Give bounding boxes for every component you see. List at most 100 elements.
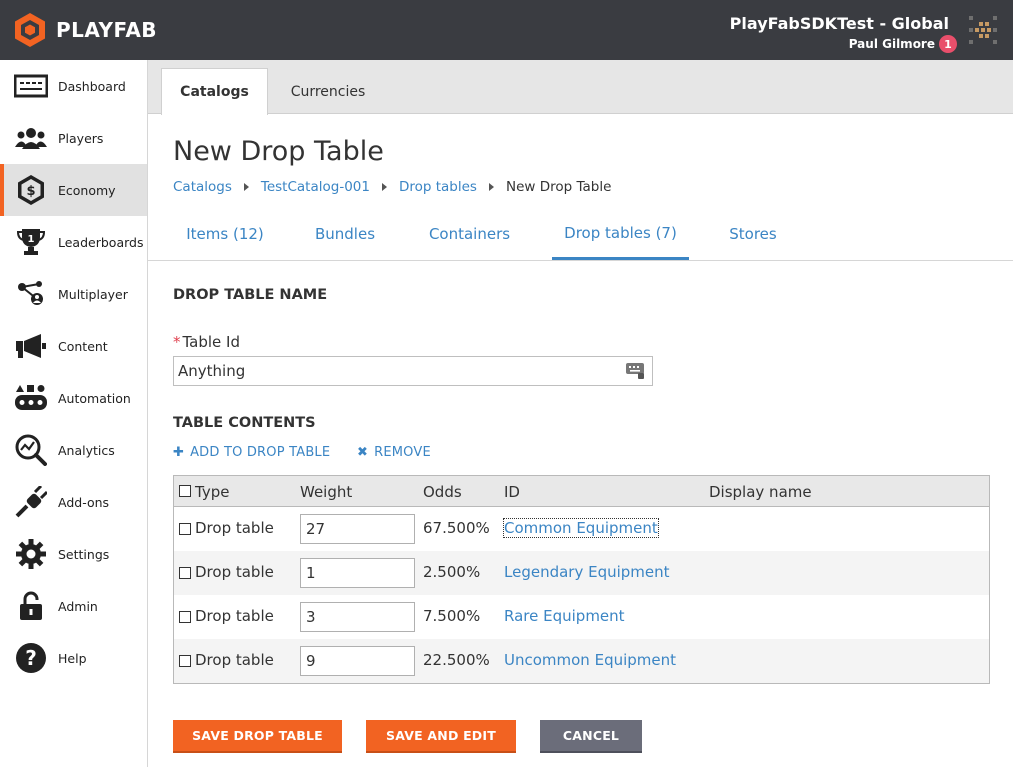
megaphone-icon xyxy=(14,329,48,363)
table-id-field-container xyxy=(173,356,653,386)
save-and-edit-button[interactable]: SAVE AND EDIT xyxy=(366,720,516,753)
row-type: Drop table xyxy=(195,563,274,581)
sidebar-item-multiplayer[interactable]: Multiplayer xyxy=(0,268,147,320)
playfab-logo[interactable]: PLAYFAB xyxy=(12,12,157,48)
row-id-link[interactable]: Legendary Equipment xyxy=(504,563,670,581)
drop-table-contents: Type Weight Odds ID Display name Drop ta… xyxy=(173,475,990,684)
remove-button[interactable]: ✖ REMOVE xyxy=(357,445,431,460)
table-row: Drop table 67.500% Common Equipment xyxy=(174,507,989,551)
row-checkbox[interactable] xyxy=(179,567,191,579)
sidebar-item-add-ons[interactable]: Add-ons xyxy=(0,476,147,528)
sidebar-item-economy[interactable]: $ Economy xyxy=(0,164,147,216)
column-header-display-name[interactable]: Display name xyxy=(709,483,812,501)
sidebar-item-help[interactable]: ? Help xyxy=(0,632,147,684)
row-odds: 67.500% xyxy=(423,519,490,537)
drop-table-name-heading: DROP TABLE NAME xyxy=(173,287,328,303)
sidebar-item-label: Leaderboards xyxy=(58,234,144,250)
tab-currencies[interactable]: Currencies xyxy=(278,68,378,115)
row-id-link[interactable]: Common Equipment xyxy=(503,518,659,538)
table-row: Drop table 22.500% Uncommon Equipment xyxy=(174,639,989,683)
analytics-icon xyxy=(14,433,48,467)
weight-input[interactable] xyxy=(300,646,415,676)
sidebar-item-settings[interactable]: Settings xyxy=(0,528,147,580)
breadcrumb-separator-icon xyxy=(381,183,387,191)
automation-icon xyxy=(14,381,48,415)
notification-badge[interactable]: 1 xyxy=(939,35,957,53)
remove-label: REMOVE xyxy=(374,445,431,460)
user-menu[interactable]: Paul Gilmore 1 xyxy=(849,35,957,53)
sidebar-item-label: Players xyxy=(58,130,104,146)
row-type: Drop table xyxy=(195,607,274,625)
sidebar-item-label: Dashboard xyxy=(58,78,126,94)
svg-text:1: 1 xyxy=(28,234,35,245)
brand-name: PLAYFAB xyxy=(56,18,158,42)
column-header-weight[interactable]: Weight xyxy=(300,483,352,501)
weight-input[interactable] xyxy=(300,602,415,632)
tab-catalogs[interactable]: Catalogs xyxy=(161,68,268,115)
tab-bundles[interactable]: Bundles xyxy=(300,208,390,260)
tab-drop-tables[interactable]: Drop tables (7) xyxy=(552,208,689,260)
economy-icon: $ xyxy=(14,173,48,207)
add-to-drop-table-label: ADD TO DROP TABLE xyxy=(190,445,331,460)
multiplayer-icon xyxy=(14,277,48,311)
user-name: Paul Gilmore xyxy=(848,37,935,51)
table-row: Drop table 7.500% Rare Equipment xyxy=(174,595,989,639)
row-odds: 7.500% xyxy=(423,607,481,625)
title-name[interactable]: PlayFabSDKTest - Global xyxy=(730,14,949,33)
weight-input[interactable] xyxy=(300,514,415,544)
sidebar-item-label: Add-ons xyxy=(58,494,110,510)
sidebar-item-players[interactable]: Players xyxy=(0,112,147,164)
sidebar-item-analytics[interactable]: Analytics xyxy=(0,424,147,476)
row-checkbox[interactable] xyxy=(179,523,191,535)
lock-icon xyxy=(14,589,48,623)
tab-items[interactable]: Items (12) xyxy=(170,208,280,260)
avatar[interactable] xyxy=(967,14,999,46)
tab-stores[interactable]: Stores xyxy=(713,208,793,260)
page-title: New Drop Table xyxy=(173,136,384,167)
playfab-logo-icon xyxy=(15,13,45,47)
sidebar-item-content[interactable]: Content xyxy=(0,320,147,372)
column-header-type[interactable]: Type xyxy=(195,483,229,501)
tab-containers[interactable]: Containers xyxy=(412,208,527,260)
select-all-checkbox[interactable] xyxy=(179,485,191,497)
weight-input[interactable] xyxy=(300,558,415,588)
row-id-link[interactable]: Rare Equipment xyxy=(504,607,625,625)
sub-tabs: Items (12) Bundles Containers Drop table… xyxy=(148,208,1013,261)
sidebar-item-label: Multiplayer xyxy=(58,286,128,302)
table-id-label: * Table Id xyxy=(173,333,240,351)
gear-icon xyxy=(14,537,48,571)
breadcrumb-drop-tables[interactable]: Drop tables xyxy=(399,179,477,195)
row-id-link[interactable]: Uncommon Equipment xyxy=(504,651,676,669)
keyboard-icon[interactable] xyxy=(626,363,644,379)
plug-icon xyxy=(14,485,48,519)
table-row: Drop table 2.500% Legendary Equipment xyxy=(174,551,989,595)
breadcrumb-catalogs[interactable]: Catalogs xyxy=(173,179,232,195)
table-id-input[interactable] xyxy=(174,357,614,385)
sidebar-item-label: Help xyxy=(58,650,87,666)
sidebar-item-label: Automation xyxy=(58,390,131,406)
add-to-drop-table-button[interactable]: ✚ ADD TO DROP TABLE xyxy=(173,445,330,460)
column-header-odds[interactable]: Odds xyxy=(423,483,462,501)
row-odds: 22.500% xyxy=(423,651,490,669)
sidebar-item-dashboard[interactable]: Dashboard xyxy=(0,60,147,112)
main-tabs: Catalogs Currencies xyxy=(148,60,1013,115)
row-checkbox[interactable] xyxy=(179,611,191,623)
sidebar-item-label: Content xyxy=(58,338,108,354)
sidebar-item-label: Admin xyxy=(58,598,98,614)
row-type: Drop table xyxy=(195,651,274,669)
column-header-id[interactable]: ID xyxy=(504,483,520,501)
sidebar-item-leaderboards[interactable]: 1 Leaderboards xyxy=(0,216,147,268)
breadcrumb-separator-icon xyxy=(243,183,249,191)
sidebar-item-admin[interactable]: Admin xyxy=(0,580,147,632)
row-checkbox[interactable] xyxy=(179,655,191,667)
dashboard-icon xyxy=(14,69,48,103)
breadcrumb-separator-icon xyxy=(488,183,494,191)
cancel-button[interactable]: CANCEL xyxy=(540,720,642,753)
svg-text:$: $ xyxy=(26,184,35,199)
sidebar-item-label: Settings xyxy=(58,546,110,562)
sidebar-item-automation[interactable]: Automation xyxy=(0,372,147,424)
table-header: Type Weight Odds ID Display name xyxy=(174,476,989,507)
breadcrumb-catalog[interactable]: TestCatalog-001 xyxy=(261,179,370,195)
svg-text:?: ? xyxy=(25,646,37,670)
save-drop-table-button[interactable]: SAVE DROP TABLE xyxy=(173,720,342,753)
